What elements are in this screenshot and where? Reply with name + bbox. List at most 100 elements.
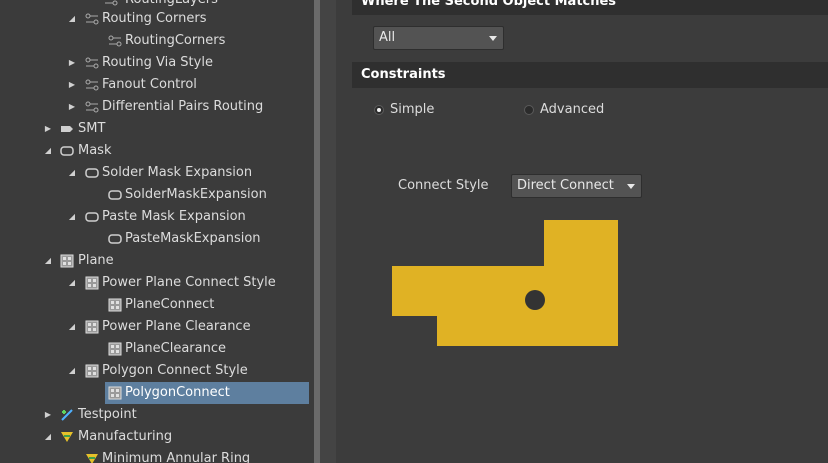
plane-icon	[85, 276, 99, 290]
expand-down-icon[interactable]: ◢	[67, 316, 77, 338]
copper-polygon	[392, 220, 618, 346]
expand-right-icon[interactable]: ▶	[43, 118, 53, 140]
tree-item-polygon-connect-style[interactable]: ◢ Polygon Connect Style	[0, 360, 314, 382]
chevron-down-icon	[489, 36, 497, 41]
radio-selected-icon	[374, 105, 384, 115]
advanced-radio[interactable]: Advanced	[524, 100, 624, 120]
expand-down-icon[interactable]: ◢	[43, 250, 53, 272]
tree-item-label: PolygonConnect	[125, 385, 230, 400]
expand-down-icon[interactable]: ◢	[43, 426, 53, 448]
tree-item-planeclearance-rule[interactable]: PlaneClearance	[0, 338, 314, 360]
smt-icon	[60, 122, 74, 136]
connect-style-value: Direct Connect	[517, 178, 614, 193]
tree-item-label: Polygon Connect Style	[102, 363, 248, 378]
plane-icon	[108, 342, 122, 356]
tree-item-label: SolderMaskExpansion	[125, 187, 267, 202]
tree-item-routingcorners-rule[interactable]: RoutingCorners	[0, 30, 314, 52]
rule-icon	[108, 34, 122, 48]
tree-item-label: Routing Via Style	[102, 55, 213, 70]
tree-item-label: Fanout Control	[102, 77, 197, 92]
tree-item-label: Routing Corners	[102, 11, 207, 26]
rule-category-icon	[85, 100, 99, 114]
tree-item-fanout-control[interactable]: ▶ Fanout Control	[0, 74, 314, 96]
tree-item-label: RoutingCorners	[125, 33, 226, 48]
tree-item-label: Plane	[78, 253, 114, 268]
manufacturing-icon	[85, 452, 99, 463]
rules-tree[interactable]: RoutingLayers ◢ Routing Corners RoutingC…	[0, 0, 314, 463]
expand-down-icon[interactable]: ◢	[67, 272, 77, 294]
radio-unselected-icon	[524, 105, 534, 115]
tree-item-planeconnect-rule[interactable]: PlaneConnect	[0, 294, 314, 316]
chevron-down-icon	[627, 184, 635, 189]
rule-icon	[104, 0, 118, 7]
tree-item-label: Power Plane Connect Style	[102, 275, 276, 290]
direct-connect-diagram	[392, 220, 618, 346]
advanced-radio-label: Advanced	[540, 102, 605, 117]
tree-item-label: PlaneClearance	[125, 341, 227, 356]
expand-right-icon[interactable]: ▶	[67, 96, 77, 118]
scope-dropdown-value: All	[379, 30, 396, 45]
tree-item-smt[interactable]: ▶ SMT	[0, 118, 314, 140]
simple-radio-label: Simple	[390, 102, 435, 117]
simple-radio[interactable]: Simple	[374, 100, 464, 120]
testpoint-icon	[60, 408, 74, 422]
connect-style-preview	[392, 220, 620, 352]
tree-item-minimum-annular-ring[interactable]: Minimum Annular Ring	[0, 448, 314, 463]
rule-category-icon	[85, 56, 99, 70]
tree-item-solder-mask-expansion[interactable]: ◢ Solder Mask Expansion	[0, 162, 314, 184]
expand-down-icon[interactable]: ◢	[67, 206, 77, 228]
plane-icon	[108, 298, 122, 312]
tree-item-label: Power Plane Clearance	[102, 319, 251, 334]
plane-icon	[60, 254, 74, 268]
tree-item-routing-via-style[interactable]: ▶ Routing Via Style	[0, 52, 314, 74]
mask-icon	[60, 144, 74, 158]
expand-right-icon[interactable]: ▶	[43, 404, 53, 426]
tree-item-polygonconnect-rule[interactable]: PolygonConnect	[0, 382, 314, 404]
expand-right-icon[interactable]: ▶	[67, 74, 77, 96]
second-object-header: Where The Second Object Matches	[352, 0, 828, 15]
plane-icon	[85, 320, 99, 334]
rule-category-icon	[85, 12, 99, 26]
tree-item-routing-corners[interactable]: ◢ Routing Corners	[0, 8, 314, 30]
mask-icon	[85, 166, 99, 180]
tree-item-label: PlaneConnect	[125, 297, 215, 312]
tree-item-differential-pairs-routing[interactable]: ▶ Differential Pairs Routing	[0, 96, 314, 118]
expand-down-icon[interactable]: ◢	[67, 8, 77, 30]
tree-item-power-plane-connect-style[interactable]: ◢ Power Plane Connect Style	[0, 272, 314, 294]
tree-item-paste-mask-expansion[interactable]: ◢ Paste Mask Expansion	[0, 206, 314, 228]
mask-icon	[108, 188, 122, 202]
tree-item-label: Differential Pairs Routing	[102, 99, 264, 114]
tree-item-plane[interactable]: ◢ Plane	[0, 250, 314, 272]
tree-item-pastemaskexpansion-rule[interactable]: PasteMaskExpansion	[0, 228, 314, 250]
connect-style-label: Connect Style	[398, 178, 489, 193]
tree-item-label: Mask	[78, 143, 112, 158]
tree-item-mask[interactable]: ◢ Mask	[0, 140, 314, 162]
via-hole	[525, 290, 545, 310]
tree-item-label: PasteMaskExpansion	[125, 231, 261, 246]
tree-item-label: SMT	[78, 121, 106, 136]
tree-item-label: Manufacturing	[78, 429, 173, 444]
tree-item-manufacturing[interactable]: ◢ Manufacturing	[0, 426, 314, 448]
mask-icon	[85, 210, 99, 224]
manufacturing-icon	[60, 430, 74, 444]
panel-splitter[interactable]	[320, 0, 336, 463]
tree-item-label: Solder Mask Expansion	[102, 165, 253, 180]
tree-item-soldermaskexpansion-rule[interactable]: SolderMaskExpansion	[0, 184, 314, 206]
tree-item-label: Testpoint	[78, 407, 137, 422]
tree-item-power-plane-clearance[interactable]: ◢ Power Plane Clearance	[0, 316, 314, 338]
tree-item-label: Minimum Annular Ring	[102, 451, 251, 463]
tree-item-label: Paste Mask Expansion	[102, 209, 246, 224]
expand-down-icon[interactable]: ◢	[43, 140, 53, 162]
tree-item-testpoint[interactable]: ▶ Testpoint	[0, 404, 314, 426]
plane-icon	[108, 386, 122, 400]
mask-icon	[108, 232, 122, 246]
connect-style-dropdown[interactable]: Direct Connect	[511, 174, 642, 198]
rule-category-icon	[85, 78, 99, 92]
expand-down-icon[interactable]: ◢	[67, 162, 77, 184]
constraints-header: Constraints	[352, 62, 828, 88]
rule-editor-panel: Where The Second Object Matches All Cons…	[336, 0, 828, 463]
scope-dropdown[interactable]: All	[373, 26, 504, 50]
expand-right-icon[interactable]: ▶	[67, 52, 77, 74]
expand-down-icon[interactable]: ◢	[67, 360, 77, 382]
plane-icon	[85, 364, 99, 378]
